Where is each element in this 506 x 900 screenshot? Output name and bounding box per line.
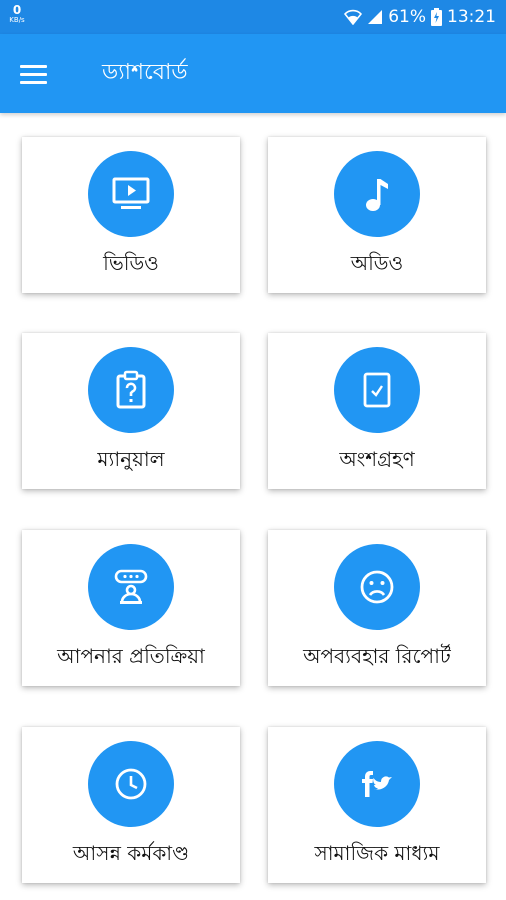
- battery-icon: [431, 8, 442, 26]
- tile-audio[interactable]: অডিও: [268, 137, 486, 293]
- sad-face-icon: [360, 570, 394, 604]
- tile-abuse-report[interactable]: অপব্যবহার রিপোর্ট: [268, 530, 486, 686]
- page-title: ড্যাশবোর্ড: [102, 60, 188, 85]
- menu-button[interactable]: [14, 59, 54, 89]
- tile-upcoming-events[interactable]: আসন্ন কর্মকাণ্ড: [22, 727, 240, 883]
- clipboard-question-icon: [116, 370, 146, 409]
- battery-percent: 61%: [388, 7, 426, 27]
- tile-label: আসন্ন কর্মকাণ্ড: [72, 841, 190, 865]
- dashboard-grid: ভিডিও অডিও ম্যানুয়াল অংশগ্রহণ আপনার প্র…: [0, 113, 506, 900]
- tile-label: ম্যানুয়াল: [97, 447, 165, 471]
- music-note-icon: [366, 179, 388, 211]
- tile-label: অপব্যবহার রিপোর্ট: [303, 644, 451, 668]
- network-speed-unit: KB/s: [9, 16, 25, 24]
- person-speech-icon: [114, 569, 148, 604]
- hamburger-icon: [20, 65, 47, 68]
- tile-label: অডিও: [350, 251, 404, 275]
- tile-video[interactable]: ভিডিও: [22, 137, 240, 293]
- tile-label: অংশগ্রহণ: [339, 447, 415, 471]
- tile-participation[interactable]: অংশগ্রহণ: [268, 333, 486, 489]
- clock-time: 13:21: [447, 7, 496, 27]
- clock-icon: [115, 768, 147, 800]
- tile-social-media[interactable]: সামাজিক মাধ্যম: [268, 727, 486, 883]
- facebook-twitter-icon: [362, 771, 392, 797]
- signal-icon: [367, 9, 383, 25]
- wifi-icon: [344, 9, 363, 25]
- network-speed: 0 KB/s: [6, 4, 28, 24]
- tile-manual[interactable]: ম্যানুয়াল: [22, 333, 240, 489]
- tv-play-icon: [112, 177, 150, 209]
- network-speed-value: 0: [12, 3, 22, 17]
- tablet-check-icon: [363, 372, 391, 408]
- tile-label: আপনার প্রতিক্রিয়া: [57, 644, 205, 668]
- tile-label: সামাজিক মাধ্যম: [314, 841, 440, 865]
- app-bar: ড্যাশবোর্ড: [0, 34, 506, 113]
- tile-feedback[interactable]: আপনার প্রতিক্রিয়া: [22, 530, 240, 686]
- tile-label: ভিডিও: [103, 251, 159, 275]
- status-bar: 0 KB/s 61% 13:21: [0, 0, 506, 34]
